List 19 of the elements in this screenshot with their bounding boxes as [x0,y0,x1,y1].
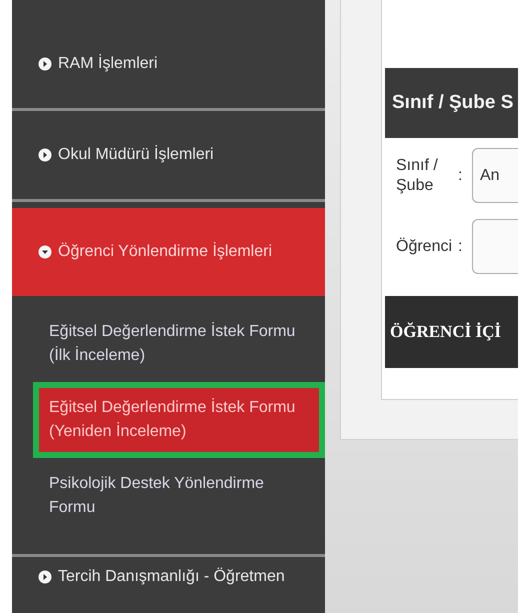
chevron-circle-icon [38,570,52,584]
chevron-circle-icon [38,148,52,162]
submenu-item[interactable]: Eğitsel Değerlendirme İstek Formu (Yeniden İnceleme) [39,388,319,452]
section-header: ÖĞRENCİ İÇİ [385,296,518,368]
select-field[interactable]: An [472,148,518,203]
panel-header: Sınıf / Şube S [385,68,518,138]
input-field[interactable] [472,219,518,274]
submenu-item[interactable]: Psikolojik Destek Yönlendirme Formu [39,464,319,528]
menu-item[interactable]: Öğrenci Yönlendirme İşlemleri [12,208,325,296]
colon-mark: : [458,166,464,186]
colon-mark: : [458,236,464,256]
menu-item[interactable]: RAM İşlemleri [12,20,325,108]
menu-item[interactable]: Okul Müdürü İşlemleri [12,111,325,199]
chevron-circle-icon [38,245,52,259]
chevron-circle-icon [38,57,52,71]
submenu-item[interactable]: Eğitsel Değerlendirme İstek Formu (İlk İnceleme) [39,312,319,376]
field-label: Sınıf / Şube [396,156,439,196]
field-label: Öğrenci [396,236,454,256]
menu-item[interactable]: Tercih Danışmanlığı - Öğretmen [12,557,325,597]
